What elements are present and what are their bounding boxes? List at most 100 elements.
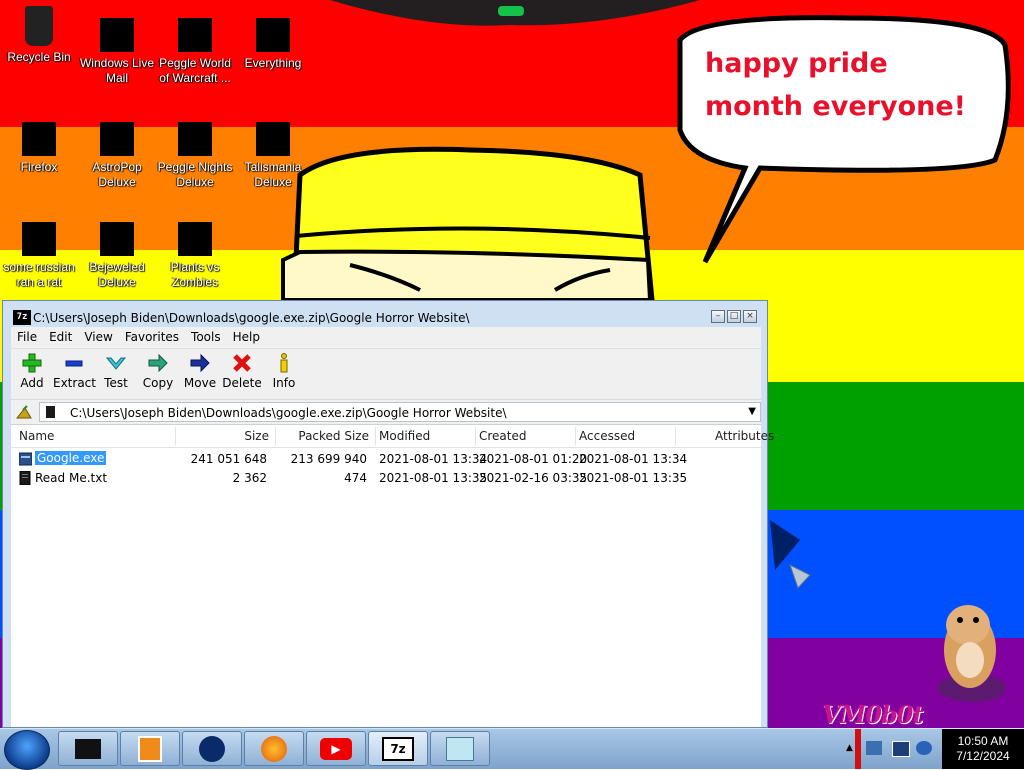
file-list[interactable]: Name Size Packed Size Modified Created A… xyxy=(11,425,774,725)
desktop-icon-label: Peggle Nights Deluxe xyxy=(157,160,233,189)
list-header: Name Size Packed Size Modified Created A… xyxy=(11,425,774,448)
extract-button[interactable]: Extract xyxy=(53,352,96,390)
desktop-icon-recycle-bin[interactable]: Recycle Bin xyxy=(0,0,78,65)
address-input[interactable]: C:\Users\Joseph Biden\Downloads\google.e… xyxy=(39,402,761,422)
window-title: C:\Users\Joseph Biden\Downloads\google.e… xyxy=(33,311,470,325)
column-packed-size[interactable]: Packed Size xyxy=(277,429,369,443)
menu-favorites[interactable]: Favorites xyxy=(119,327,185,344)
desktop-icon-astropop[interactable]: AstroPop Deluxe xyxy=(78,110,156,190)
windows-live-mail-icon xyxy=(100,18,134,52)
taskbar-youtube[interactable]: ▶ xyxy=(306,731,366,766)
test-button[interactable]: Test xyxy=(95,352,137,390)
desktop-icon-talismania[interactable]: Talismania Deluxe xyxy=(234,110,312,190)
menu-edit[interactable]: Edit xyxy=(43,327,78,344)
desktop-icon-label: Talismania Deluxe xyxy=(244,160,302,189)
tray-divider xyxy=(855,729,861,769)
column-name[interactable]: Name xyxy=(19,429,54,443)
everything-icon xyxy=(256,18,290,52)
desktop-icon-bejeweled[interactable]: Bejeweled Deluxe xyxy=(78,214,156,290)
file-row[interactable]: Read Me.txt 2 362 474 2021-08-01 13:35 2… xyxy=(11,469,761,487)
arrow-right-double-icon xyxy=(148,353,168,373)
desktop-icon-russian-rat[interactable]: some russian ran a rat xyxy=(0,214,78,290)
file-created: 2021-02-16 03:35 xyxy=(479,471,588,485)
toolbar: Add Extract Test Copy Move Delete Info xyxy=(11,349,761,400)
extract-label: Extract xyxy=(53,376,96,390)
peggle-wow-icon xyxy=(178,18,212,52)
add-label: Add xyxy=(20,376,44,390)
file-name: Read Me.txt xyxy=(35,471,108,485)
file-packed-size: 474 xyxy=(344,471,367,485)
column-size[interactable]: Size xyxy=(177,429,269,443)
taskbar-recycle[interactable] xyxy=(58,731,118,766)
menu-file[interactable]: File xyxy=(11,327,43,344)
info-label: Info xyxy=(272,376,296,390)
bejeweled-icon xyxy=(100,222,134,256)
desktop-icon-peggle-wow[interactable]: Peggle World of Warcraft ... xyxy=(156,0,234,86)
up-folder-icon[interactable] xyxy=(15,404,33,420)
taskbar-window[interactable] xyxy=(430,731,490,766)
desktop-icon-firefox[interactable]: Firefox xyxy=(0,110,78,175)
tray-volume-icon[interactable] xyxy=(916,741,932,755)
desktop-icon-peggle-nights[interactable]: Peggle Nights Deluxe xyxy=(156,110,234,190)
copy-button[interactable]: Copy xyxy=(137,352,179,390)
plus-icon xyxy=(22,353,42,373)
file-row[interactable]: Google.exe 241 051 648 213 699 940 2021-… xyxy=(11,450,761,468)
taskbar-7zip[interactable]: 7z xyxy=(368,731,428,766)
tray-network-icon[interactable] xyxy=(866,741,882,755)
close-button[interactable]: × xyxy=(743,310,757,323)
column-modified[interactable]: Modified xyxy=(379,429,430,443)
taskbar-globe[interactable] xyxy=(182,731,242,766)
clock[interactable]: 10:50 AM 7/12/2024 xyxy=(942,729,1024,769)
tray-monitor-icon[interactable] xyxy=(892,741,910,757)
info-button[interactable]: Info xyxy=(263,352,305,390)
tray-expand-icon[interactable]: ▲ xyxy=(846,743,853,753)
astropop-icon xyxy=(100,122,134,156)
delete-label: Delete xyxy=(222,376,262,390)
file-name: Google.exe xyxy=(35,451,107,465)
clock-time: 10:50 AM xyxy=(957,734,1009,748)
taskbar-media[interactable] xyxy=(120,731,180,766)
menu-help[interactable]: Help xyxy=(227,327,266,344)
check-icon xyxy=(105,357,127,370)
7zip-icon: 7z xyxy=(382,736,414,761)
minimize-button[interactable]: – xyxy=(711,310,725,323)
column-created[interactable]: Created xyxy=(479,429,527,443)
column-attributes[interactable]: Attributes xyxy=(715,429,774,443)
desktop-icon-windows-live-mail[interactable]: Windows Live Mail xyxy=(78,0,156,86)
desktop-icon-label: some russian ran a rat xyxy=(3,260,75,289)
move-button[interactable]: Move xyxy=(179,352,221,390)
document-icon xyxy=(22,222,56,256)
7zip-window[interactable]: 7z C:\Users\Joseph Biden\Downloads\googl… xyxy=(2,300,774,728)
desktop-icon-label: Plants vs Zombies xyxy=(170,260,220,289)
file-packed-size: 213 699 940 xyxy=(290,452,367,466)
column-accessed[interactable]: Accessed xyxy=(579,429,635,443)
desktop-icon-label: AstroPop Deluxe xyxy=(92,160,142,189)
file-size: 2 362 xyxy=(232,471,267,485)
menu-tools[interactable]: Tools xyxy=(185,327,227,344)
delete-button[interactable]: Delete xyxy=(221,352,263,390)
desktop-icon-label: Firefox xyxy=(20,160,58,174)
move-label: Move xyxy=(183,376,217,390)
start-button[interactable] xyxy=(4,730,50,770)
window-icon xyxy=(446,736,474,761)
add-button[interactable]: Add xyxy=(11,352,53,390)
taskbar-firefox[interactable] xyxy=(244,731,304,766)
file-created: 2021-08-01 01:20 xyxy=(479,452,588,466)
zip-file-icon xyxy=(46,406,55,418)
desktop-icon-label: Everything xyxy=(244,56,302,70)
x-icon xyxy=(233,354,251,372)
speech-bubble-text: happy pride month everyone! xyxy=(705,48,966,122)
file-modified: 2021-08-01 13:35 xyxy=(379,471,488,485)
menu-view[interactable]: View xyxy=(78,327,118,344)
recycle-bin-icon xyxy=(25,6,53,46)
media-player-icon xyxy=(138,735,162,762)
globe-icon xyxy=(199,735,225,762)
desktop-icon-everything[interactable]: Everything xyxy=(234,0,312,71)
chevron-down-icon[interactable]: ▼ xyxy=(748,406,756,417)
maximize-button[interactable]: □ xyxy=(727,310,741,323)
file-accessed: 2021-08-01 13:35 xyxy=(579,471,688,485)
plants-vs-zombies-icon xyxy=(178,222,212,256)
menu-bar: File Edit View Favorites Tools Help xyxy=(11,327,761,349)
desktop-icon-plants-vs-zombies[interactable]: Plants vs Zombies xyxy=(156,214,234,290)
window-client-area: File Edit View Favorites Tools Help Add Extra… xyxy=(11,327,774,727)
